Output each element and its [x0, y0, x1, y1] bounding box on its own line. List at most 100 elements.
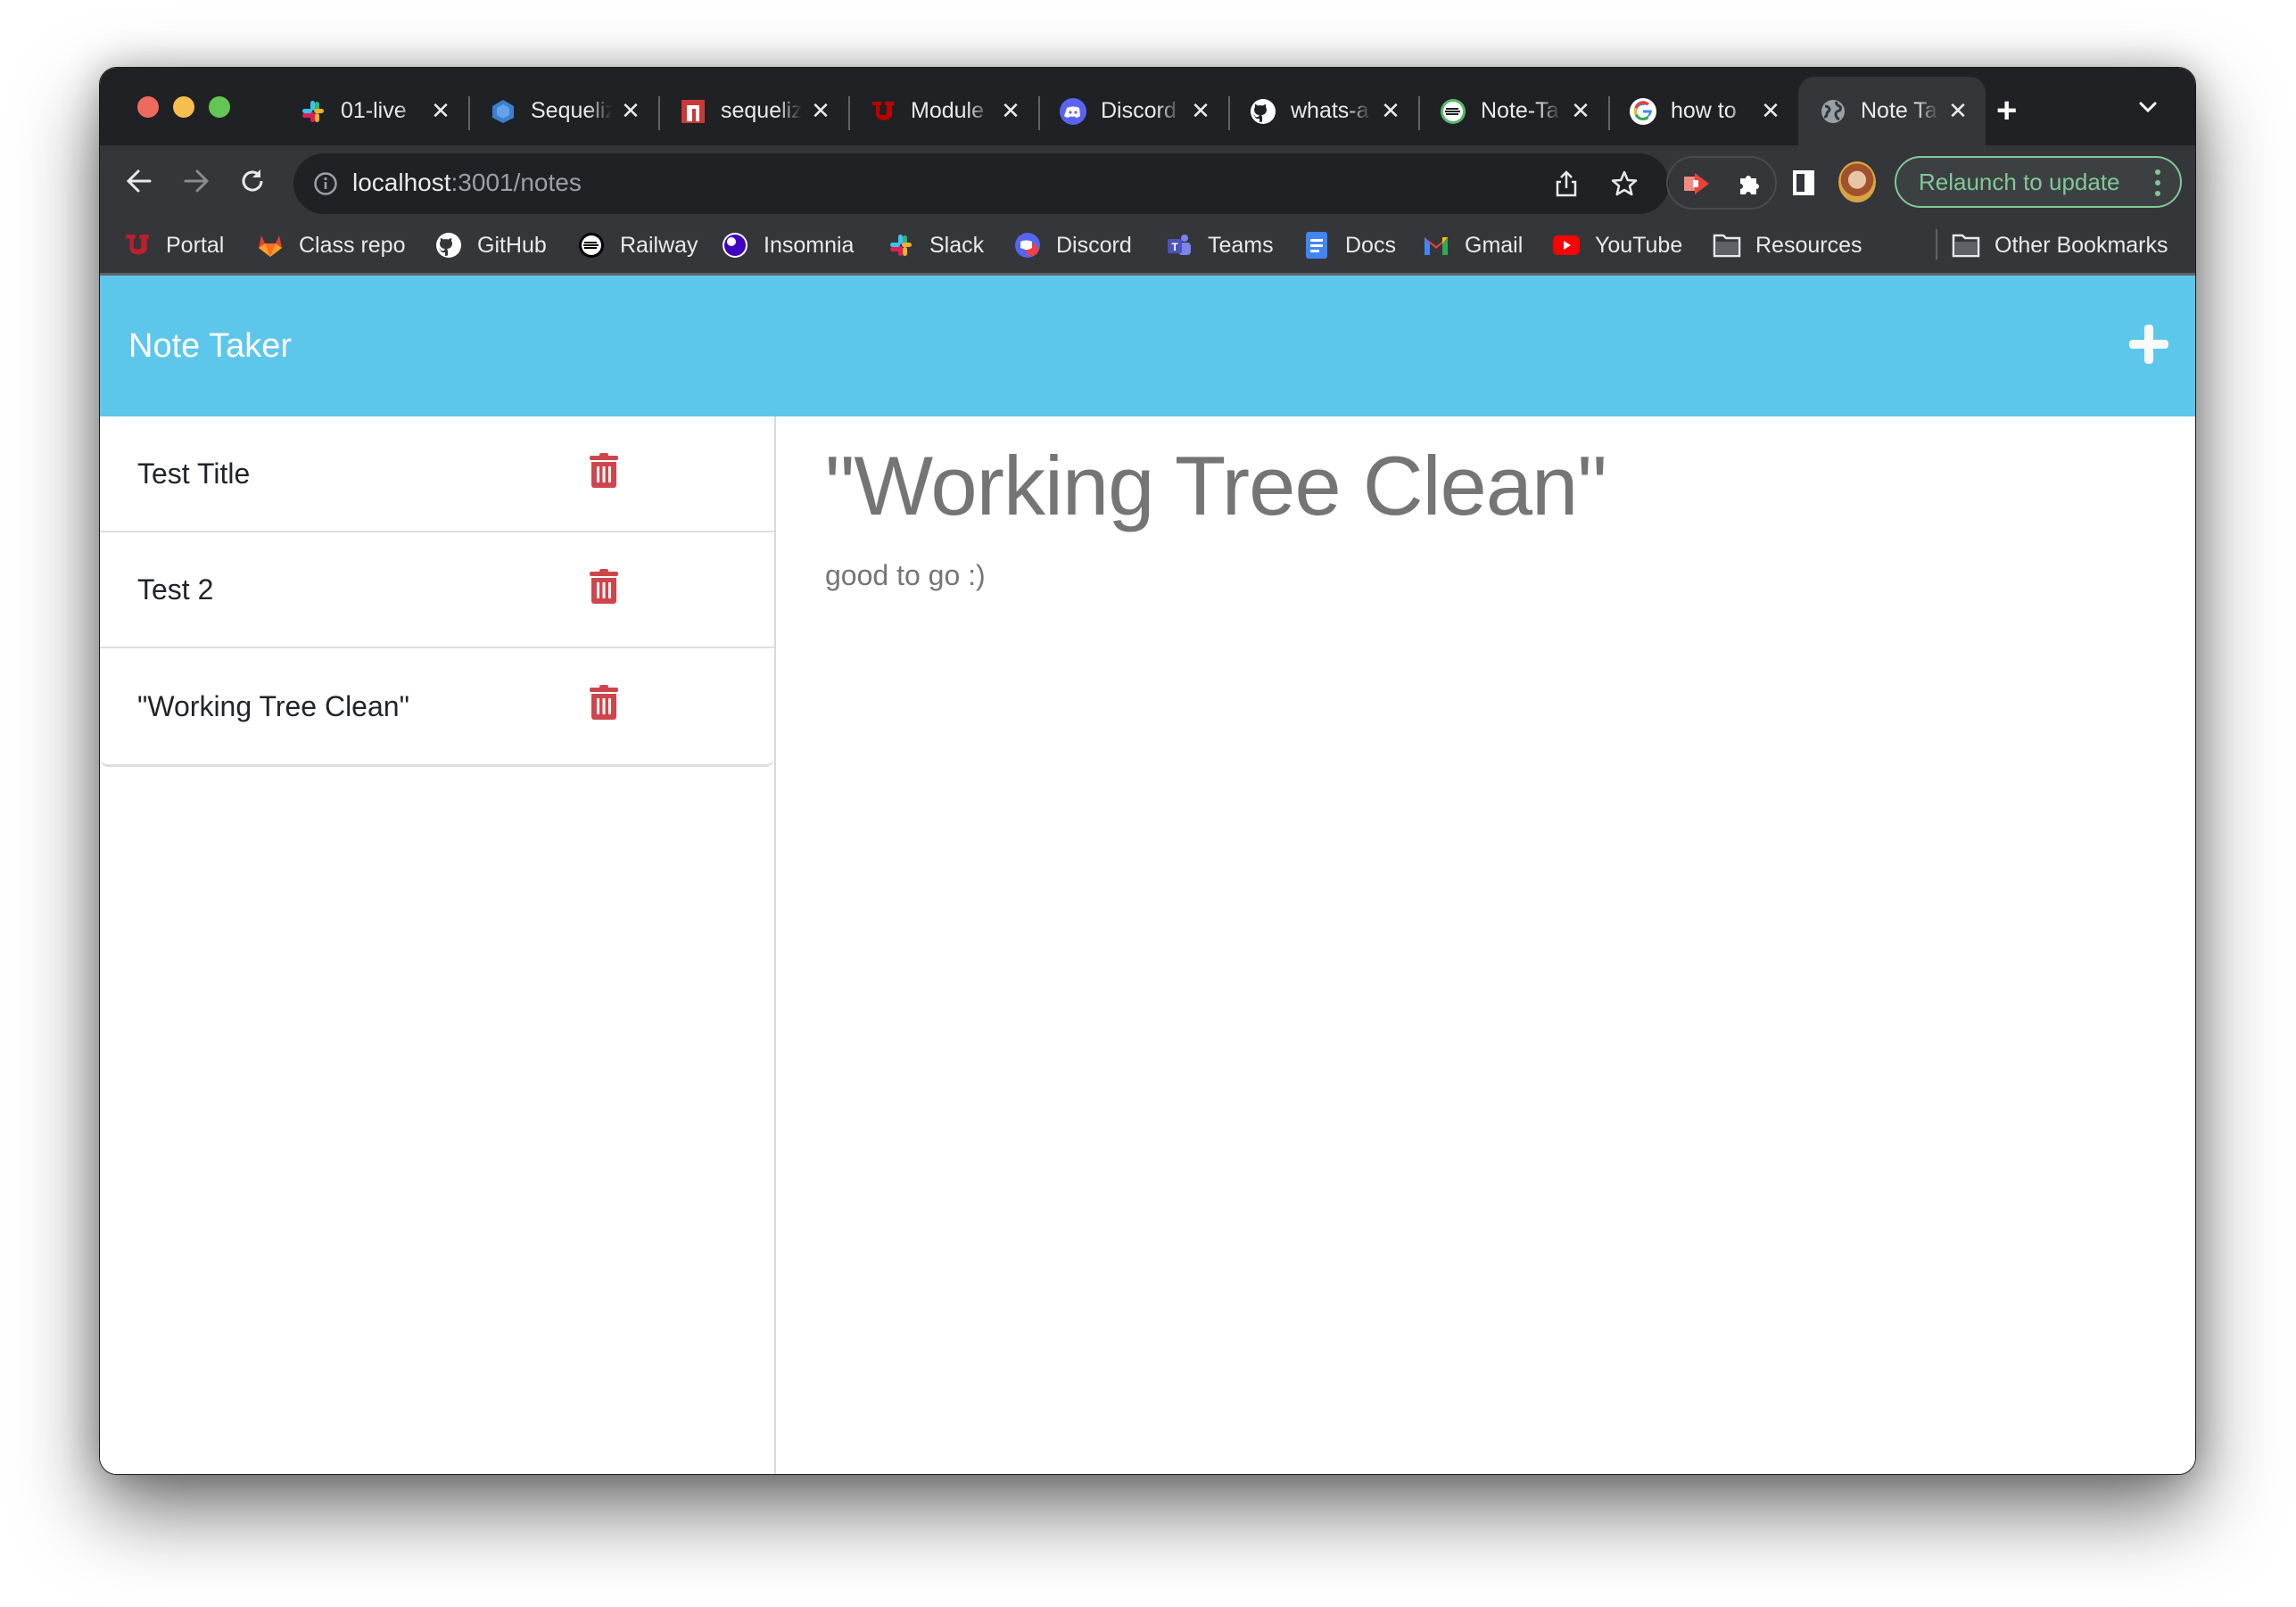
app-title[interactable]: Note Taker: [128, 327, 292, 366]
bookmark-folder-resources[interactable]: Resources: [1713, 229, 1862, 261]
extensions-group: [1666, 156, 1777, 210]
tab[interactable]: whats-a ✕: [1228, 77, 1418, 145]
profile-avatar[interactable]: [1838, 161, 1876, 202]
note-detail: "Working Tree Clean" good to go :): [778, 416, 2195, 1474]
extensions-puzzle-icon[interactable]: [1736, 170, 1763, 197]
youtube-icon: [1552, 231, 1581, 260]
bookmarks-divider: [1936, 229, 1937, 260]
sequelize-icon: [490, 98, 516, 125]
back-icon[interactable]: [123, 165, 155, 197]
browser-menu-icon[interactable]: [2155, 169, 2160, 196]
github-icon: [1250, 98, 1276, 125]
note-list-item[interactable]: Test Title: [100, 416, 774, 532]
tab-title: Note Ta: [1861, 98, 1937, 123]
globe-icon: [1820, 98, 1846, 125]
slack-icon: [887, 231, 915, 260]
tab[interactable]: how to ✕: [1608, 77, 1798, 145]
tab[interactable]: Module ✕: [848, 77, 1038, 145]
close-tab-icon[interactable]: ✕: [1569, 97, 1592, 125]
url-host: localhost: [352, 169, 451, 196]
bookmark-gmail[interactable]: Gmail: [1422, 229, 1523, 261]
bookmark-discord[interactable]: Discord: [1013, 229, 1132, 261]
new-tab-button[interactable]: +: [1996, 93, 2017, 128]
site-info-icon[interactable]: [313, 171, 338, 196]
tab-search-chevron-icon[interactable]: [2135, 95, 2160, 119]
reload-icon[interactable]: [236, 165, 268, 197]
tab[interactable]: 01-live ✕: [278, 77, 468, 145]
close-tab-icon[interactable]: ✕: [999, 97, 1022, 125]
note-list-panel: Test Title Test 2 "Working Tree Clean": [100, 416, 776, 1474]
tab-title: 01-live: [341, 98, 407, 123]
note-list-item[interactable]: "Working Tree Clean": [100, 648, 774, 764]
address-bar[interactable]: localhost:3001/notes: [293, 153, 1669, 214]
close-tab-icon[interactable]: ✕: [1379, 97, 1402, 125]
share-icon[interactable]: [1553, 169, 1580, 198]
bookmark-label: Other Bookmarks: [1995, 232, 2168, 258]
bookmark-slack[interactable]: Slack: [887, 229, 984, 261]
tab-title: how to: [1671, 98, 1737, 123]
url-text[interactable]: localhost:3001/notes: [352, 169, 582, 197]
utah-u-icon: [870, 98, 896, 125]
note-item-title: Test 2: [137, 573, 214, 606]
bookmark-label: Discord: [1056, 232, 1132, 258]
tab-title: sequelize: [721, 98, 802, 123]
bookmarks-bar: Portal Class repo GitHub Railway Insomni…: [100, 217, 2195, 276]
relaunch-to-update-button[interactable]: Relaunch to update: [1895, 156, 2182, 208]
tab-title: Sequelize: [531, 98, 612, 123]
forward-icon[interactable]: [180, 165, 212, 197]
folder-icon: [1952, 231, 1980, 260]
close-tab-icon[interactable]: ✕: [1946, 97, 1970, 125]
tab[interactable]: sequelize ✕: [658, 77, 848, 145]
close-tab-icon[interactable]: ✕: [429, 97, 452, 125]
utah-u-icon: [123, 231, 152, 260]
gmail-icon: [1422, 231, 1450, 260]
app-navbar: Note Taker: [100, 276, 2195, 416]
side-panel-icon[interactable]: [1793, 170, 1814, 195]
docs-icon: [1302, 231, 1331, 260]
note-list-item[interactable]: Test 2: [100, 532, 774, 648]
close-tab-icon[interactable]: ✕: [1759, 97, 1782, 125]
bookmark-docs[interactable]: Docs: [1302, 229, 1396, 261]
bookmark-label: Railway: [620, 232, 698, 258]
note-title-field[interactable]: "Working Tree Clean": [825, 438, 1607, 534]
tab[interactable]: Discord ✕: [1038, 77, 1228, 145]
tab[interactable]: Sequelize ✕: [468, 77, 658, 145]
bookmark-label: Class repo: [299, 232, 406, 258]
delete-note-trash-icon[interactable]: [589, 568, 619, 604]
bookmark-label: Docs: [1345, 232, 1396, 258]
delete-note-trash-icon[interactable]: [589, 684, 619, 720]
discord-icon: [1013, 231, 1042, 260]
teams-icon: T: [1165, 231, 1193, 260]
note-text-field[interactable]: good to go :): [825, 559, 986, 592]
bookmark-youtube[interactable]: YouTube: [1552, 229, 1682, 261]
bookmark-label: GitHub: [477, 232, 547, 258]
browser-window: 01-live ✕ Sequelize ✕ sequelize ✕: [99, 67, 2196, 1475]
close-window-button[interactable]: [137, 96, 159, 118]
bookmark-portal[interactable]: Portal: [123, 229, 224, 261]
npm-icon: [680, 98, 706, 125]
minimize-window-button[interactable]: [173, 96, 194, 118]
bookmark-github[interactable]: GitHub: [434, 229, 547, 261]
delete-note-trash-icon[interactable]: [589, 452, 619, 488]
close-tab-icon[interactable]: ✕: [809, 97, 832, 125]
new-note-plus-icon[interactable]: [2129, 325, 2168, 364]
railway-icon: [1440, 98, 1466, 125]
bookmark-star-icon[interactable]: [1610, 169, 1639, 198]
maximize-window-button[interactable]: [209, 96, 230, 118]
other-bookmarks-folder[interactable]: Other Bookmarks: [1952, 229, 2168, 261]
close-tab-icon[interactable]: ✕: [1189, 97, 1212, 125]
bookmark-railway[interactable]: Railway: [577, 229, 698, 261]
tab[interactable]: Note-Ta ✕: [1418, 77, 1608, 145]
screen-recorder-extension-icon[interactable]: [1682, 170, 1709, 197]
tab-active[interactable]: Note Ta ✕: [1798, 77, 1986, 145]
discord-icon: [1060, 97, 1086, 125]
bookmark-insomnia[interactable]: Insomnia: [721, 229, 854, 261]
tabs: 01-live ✕ Sequelize ✕ sequelize ✕: [278, 77, 1986, 145]
bookmark-teams[interactable]: T Teams: [1165, 229, 1274, 261]
window-controls: [137, 96, 230, 118]
gitlab-icon: [256, 231, 285, 260]
close-tab-icon[interactable]: ✕: [619, 97, 642, 125]
github-icon: [434, 231, 463, 260]
insomnia-icon: [721, 231, 749, 260]
bookmark-class-repo[interactable]: Class repo: [256, 229, 406, 261]
